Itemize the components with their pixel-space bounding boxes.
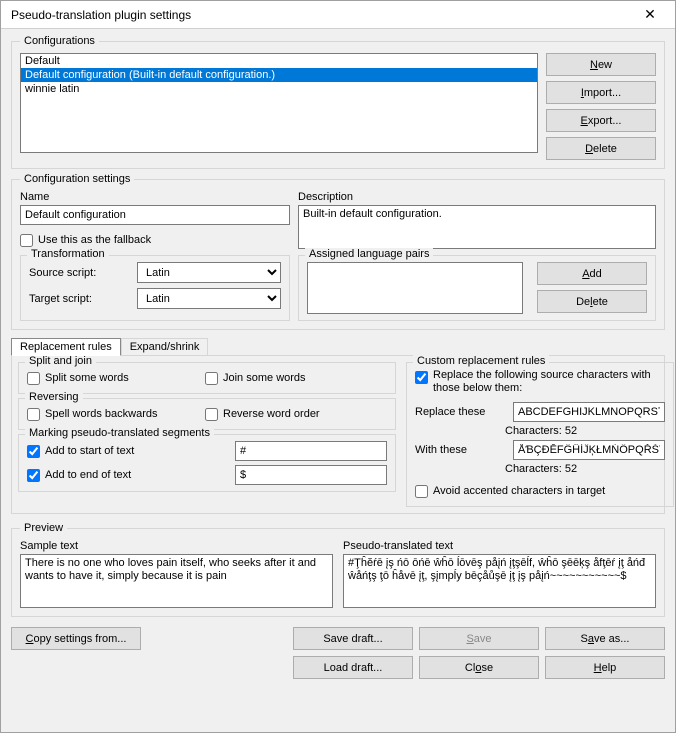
new-button[interactable]: New	[546, 53, 656, 76]
save-button[interactable]: Save	[419, 627, 539, 650]
source-script-select[interactable]: Latin	[137, 262, 281, 283]
load-draft-button[interactable]: Load draft...	[293, 656, 413, 679]
add-pair-button[interactable]: Add	[537, 262, 647, 285]
config-settings-group: Configuration settings Name Use this as …	[11, 173, 665, 330]
close-icon[interactable]: ✕	[630, 1, 670, 29]
replace-these-label: Replace these	[415, 406, 505, 418]
split-some-label: Split some words	[45, 372, 129, 384]
save-draft-button[interactable]: Save draft...	[293, 627, 413, 650]
list-item[interactable]: winnie latin	[21, 82, 537, 96]
window-title: Pseudo-translation plugin settings	[11, 8, 630, 22]
replace-follow-checkbox[interactable]	[415, 371, 428, 384]
add-end-checkbox[interactable]	[27, 469, 40, 482]
target-script-label: Target script:	[29, 293, 129, 305]
with-these-label: With these	[415, 444, 505, 456]
join-some-label: Join some words	[223, 372, 306, 384]
name-input[interactable]	[20, 205, 290, 225]
preview-legend: Preview	[20, 522, 67, 534]
help-button[interactable]: Help	[545, 656, 665, 679]
delete-button[interactable]: Delete	[546, 137, 656, 160]
join-some-checkbox[interactable]	[205, 372, 218, 385]
copy-settings-button[interactable]: Copy settings from...	[11, 627, 141, 650]
custom-rules-legend: Custom replacement rules	[413, 355, 549, 367]
list-item[interactable]: Default	[21, 54, 537, 68]
config-settings-legend: Configuration settings	[20, 173, 134, 185]
list-item[interactable]: Default configuration (Built-in default …	[21, 68, 537, 82]
transformation-legend: Transformation	[27, 248, 109, 260]
configurations-list[interactable]: Default Default configuration (Built-in …	[20, 53, 538, 153]
reverse-order-checkbox[interactable]	[205, 408, 218, 421]
preview-group: Preview Sample text There is no one who …	[11, 522, 665, 617]
avoid-accented-checkbox[interactable]	[415, 485, 428, 498]
split-join-legend: Split and join	[25, 355, 96, 367]
chars-count-2: Characters: 52	[505, 463, 665, 475]
split-some-checkbox[interactable]	[27, 372, 40, 385]
pseudo-text: #Ţĥĕŕē įş ńō ōńē ŵĥō ĺōvēş påįń įţşēĺf, …	[343, 554, 656, 608]
configurations-group: Configurations Default Default configura…	[11, 35, 665, 169]
fallback-label: Use this as the fallback	[38, 234, 151, 246]
export-button[interactable]: Export...	[546, 109, 656, 132]
tab-replacement-rules[interactable]: Replacement rules	[11, 338, 121, 356]
reverse-order-label: Reverse word order	[223, 408, 320, 420]
with-these-input[interactable]	[513, 440, 665, 460]
sample-text-label: Sample text	[20, 540, 333, 552]
chars-count-1: Characters: 52	[505, 425, 665, 437]
avoid-accented-label: Avoid accented characters in target	[433, 485, 605, 497]
replace-follow-label: Replace the following source characters …	[433, 369, 665, 395]
configurations-legend: Configurations	[20, 35, 99, 47]
pairs-legend: Assigned language pairs	[305, 248, 433, 260]
sample-text[interactable]: There is no one who loves pain itself, w…	[20, 554, 333, 608]
tab-expand-shrink[interactable]: Expand/shrink	[121, 338, 209, 355]
spell-backwards-label: Spell words backwards	[45, 408, 158, 420]
fallback-checkbox[interactable]	[20, 234, 33, 247]
add-end-input[interactable]	[235, 465, 387, 485]
pairs-list[interactable]	[307, 262, 523, 314]
import-button[interactable]: Import...	[546, 81, 656, 104]
source-script-label: Source script:	[29, 267, 129, 279]
reversing-legend: Reversing	[25, 391, 83, 403]
add-start-checkbox[interactable]	[27, 445, 40, 458]
save-as-button[interactable]: Save as...	[545, 627, 665, 650]
spell-backwards-checkbox[interactable]	[27, 408, 40, 421]
target-script-select[interactable]: Latin	[137, 288, 281, 309]
name-label: Name	[20, 191, 290, 203]
delete-pair-button[interactable]: Delete	[537, 290, 647, 313]
pseudo-text-label: Pseudo-translated text	[343, 540, 656, 552]
replace-these-input[interactable]	[513, 402, 665, 422]
description-input[interactable]: Built-in default configuration.	[298, 205, 656, 249]
marking-legend: Marking pseudo-translated segments	[25, 427, 214, 439]
description-label: Description	[298, 191, 656, 203]
titlebar: Pseudo-translation plugin settings ✕	[1, 1, 675, 29]
add-start-label: Add to start of text	[45, 445, 134, 457]
add-start-input[interactable]	[235, 441, 387, 461]
close-button[interactable]: Close	[419, 656, 539, 679]
add-end-label: Add to end of text	[45, 469, 131, 481]
